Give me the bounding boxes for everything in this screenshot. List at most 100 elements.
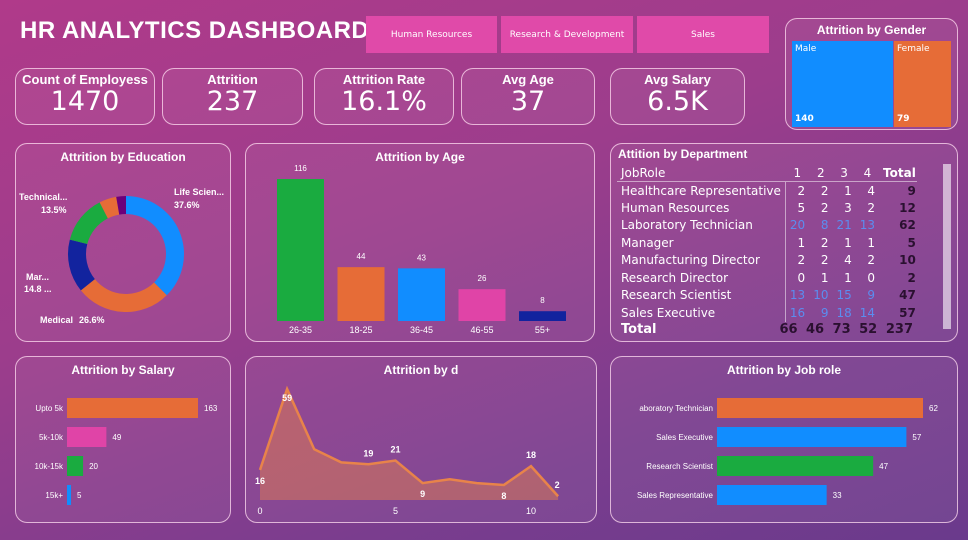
- x-tick-label: 36-45: [410, 325, 433, 335]
- column-header[interactable]: 3: [832, 164, 856, 182]
- age-bar[interactable]: [337, 267, 385, 321]
- total-cell: 66: [779, 322, 798, 338]
- table-cell: 1: [844, 270, 852, 285]
- age-bar[interactable]: [398, 268, 445, 321]
- data-label: 19: [363, 448, 373, 458]
- slicer-human-resources[interactable]: Human Resources: [366, 16, 497, 53]
- donut-label: 14.8 ...: [24, 284, 52, 294]
- h-bar[interactable]: [67, 398, 198, 418]
- table-cell: 5: [784, 199, 810, 217]
- slicer-sales[interactable]: Sales: [637, 16, 769, 53]
- column-header[interactable]: 4: [855, 164, 880, 182]
- total-cell: 73: [832, 322, 851, 338]
- donut-slice[interactable]: [80, 279, 167, 312]
- bar-data-label: 116: [294, 164, 307, 173]
- column-header[interactable]: Total: [879, 164, 917, 182]
- total-cell: Total: [621, 322, 657, 338]
- table-cell: 9: [820, 305, 829, 320]
- table-row[interactable]: Research Director 0 1 1 0 2: [617, 269, 917, 287]
- table-cell: 2: [820, 200, 829, 215]
- table-cell: Research Director: [621, 270, 729, 285]
- column-header[interactable]: JobRole: [617, 164, 786, 182]
- table-cell: 57: [899, 305, 916, 320]
- slicer-research-development[interactable]: Research & Development: [501, 16, 633, 53]
- table-cell: 8: [820, 218, 829, 233]
- treemap-female[interactable]: Female 79: [894, 41, 951, 127]
- table-row[interactable]: Laboratory Technician 20 8 21 13 62: [617, 216, 917, 234]
- x-tick-label: 26-35: [289, 325, 312, 335]
- chart-title: Attrition by Gender: [816, 23, 927, 37]
- data-label: 18: [526, 450, 536, 460]
- h-bar[interactable]: [67, 456, 84, 476]
- bar-data-label: 62: [929, 404, 938, 413]
- bar-data-label: 33: [833, 491, 842, 500]
- column-header[interactable]: 1: [785, 164, 810, 182]
- table-cell: 10: [813, 288, 829, 303]
- data-label: 21: [390, 445, 400, 455]
- table-row[interactable]: Healthcare Representative 2 2 1 4 9: [617, 181, 917, 199]
- table-cell: 2: [784, 181, 810, 199]
- x-tick-label: 10: [526, 506, 536, 516]
- h-bar[interactable]: [717, 485, 827, 505]
- age-bar-chart: 116 26-35 44 18-25 43 36-45 26 46-55 8 55+: [277, 164, 566, 335]
- table-cell: Research Scientist: [621, 288, 732, 303]
- table-row[interactable]: Manager 1 2 1 1 5: [617, 234, 917, 252]
- bar-data-label: 5: [77, 491, 82, 500]
- area-fill[interactable]: [260, 389, 559, 500]
- table-row[interactable]: Sales Executive 16 9 18 14 57: [617, 304, 917, 322]
- treemap-label: Male: [795, 44, 817, 54]
- age-bar[interactable]: [458, 289, 506, 321]
- h-bar[interactable]: [67, 427, 107, 447]
- h-bar[interactable]: [67, 485, 72, 505]
- table-cell: 1: [820, 270, 829, 285]
- total-cell: 46: [806, 322, 825, 338]
- table-cell: 47: [899, 288, 916, 303]
- column-header[interactable]: 2: [809, 164, 833, 182]
- table-cell: 2: [820, 235, 829, 250]
- table-cell: 2: [784, 251, 810, 269]
- treemap-male[interactable]: Male 140: [792, 41, 893, 127]
- table-scrollbar[interactable]: [943, 164, 951, 329]
- donut-label: Medical: [40, 315, 73, 325]
- table-cell: 18: [836, 305, 852, 320]
- y-tick-label: Sales Representative: [637, 491, 714, 500]
- table-cell: 14: [859, 305, 876, 320]
- data-label: 2: [555, 480, 560, 490]
- kpi-value: 16.1%: [341, 86, 427, 117]
- donut-slice[interactable]: [69, 202, 108, 245]
- h-bar[interactable]: [717, 456, 874, 476]
- kpi-label: Attrition: [207, 72, 258, 87]
- table-cell: Healthcare Representative: [621, 183, 781, 198]
- treemap-value: 140: [795, 114, 814, 124]
- table-cell: 20: [784, 216, 810, 234]
- page-title: HR ANALYTICS DASHBOARD: [20, 17, 370, 44]
- donut-slice[interactable]: [126, 196, 184, 296]
- jobrole-bar-chart: aboratory Technician 62 Sales Executive 57 R…: [637, 398, 938, 505]
- table-cell: 1: [784, 234, 810, 252]
- table-cell: 21: [836, 218, 852, 233]
- table-row[interactable]: Research Scientist 13 10 15 9 47: [617, 286, 917, 304]
- y-tick-label: 10k-15k: [35, 462, 64, 471]
- data-label: 59: [282, 393, 292, 403]
- y-tick-label: Sales Executive: [656, 433, 713, 442]
- y-tick-label: 15k+: [45, 491, 63, 500]
- table-cell: 16: [784, 304, 810, 322]
- education-donut: Life Scien... 37.6% Medical 26.6% Mar... 14.8…: [19, 187, 224, 325]
- d-card: Attrition by d 16 59 19 21 9 8 18 2 0 5 10: [245, 356, 597, 523]
- table-cell: 15: [836, 288, 852, 303]
- h-bar[interactable]: [717, 427, 907, 447]
- kpi-avg-salary: Avg Salary 6.5K: [610, 68, 745, 125]
- table-cell: 10: [899, 253, 916, 268]
- department-card: Attition by Department JobRole 1 2 3 4 Total H…: [610, 143, 958, 342]
- table-row[interactable]: Manufacturing Director 2 2 4 2 10: [617, 251, 917, 269]
- department-table[interactable]: JobRole 1 2 3 4 Total Healthcare Representativ…: [617, 164, 917, 322]
- h-bar[interactable]: [717, 398, 923, 418]
- kpi-label: Avg Salary: [644, 72, 711, 87]
- age-bar[interactable]: [519, 311, 566, 321]
- jobrole-card: Attrition by Job role aboratory Technici…: [610, 356, 958, 523]
- table-cell: Human Resources: [621, 200, 730, 215]
- table-cell: 9: [867, 288, 876, 303]
- table-row[interactable]: Human Resources 5 2 3 2 12: [617, 199, 917, 217]
- x-tick-label: 18-25: [349, 325, 372, 335]
- age-bar[interactable]: [277, 179, 324, 321]
